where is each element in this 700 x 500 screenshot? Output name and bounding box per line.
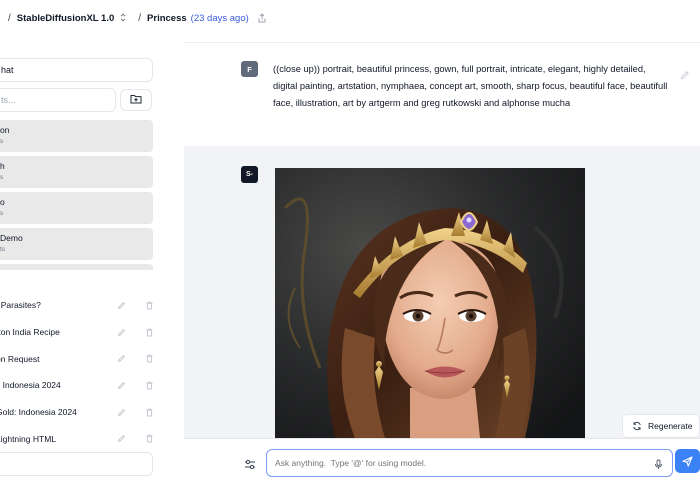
history-item[interactable]: Gold: Indonesia 2024 bbox=[0, 399, 156, 426]
model-item-subtitle: s bbox=[0, 174, 4, 181]
model-list-item[interactable] bbox=[0, 264, 153, 270]
breadcrumb-separator: / bbox=[8, 12, 11, 24]
trash-icon[interactable] bbox=[142, 405, 156, 419]
sidebar-footer-button[interactable] bbox=[0, 452, 153, 476]
send-icon bbox=[682, 455, 693, 467]
model-name: StableDiffusionXL 1.0 bbox=[16, 12, 115, 24]
model-item-subtitle: ts bbox=[0, 246, 6, 253]
chat-timestamp: (23 days ago) bbox=[190, 12, 249, 24]
history-item-label: tton India Recipe bbox=[0, 327, 60, 338]
assistant-avatar: S- bbox=[241, 166, 258, 183]
new-folder-button[interactable] bbox=[120, 89, 152, 111]
model-list: on s h s o s Demo ts bbox=[0, 120, 153, 270]
model-selector[interactable]: StableDiffusionXL 1.0 bbox=[17, 13, 126, 24]
pencil-icon[interactable] bbox=[114, 432, 128, 446]
top-bar: / StableDiffusionXL 1.0 / Princess (23 d… bbox=[0, 0, 700, 36]
history-item[interactable]: on Request bbox=[0, 345, 156, 372]
model-item-name: on bbox=[0, 125, 10, 135]
pencil-icon[interactable] bbox=[114, 405, 128, 419]
history-item-label: on Request bbox=[0, 353, 40, 364]
model-list-item[interactable]: on s bbox=[0, 120, 153, 152]
user-prompt-text: ((close up)) portrait, beautiful princes… bbox=[273, 64, 668, 108]
sliders-icon[interactable] bbox=[244, 457, 256, 475]
user-avatar: F bbox=[241, 61, 258, 77]
model-list-item[interactable]: Demo ts bbox=[0, 228, 153, 260]
chevron-updown-icon bbox=[120, 12, 126, 24]
model-item-subtitle: s bbox=[0, 138, 4, 145]
model-item-subtitle: s bbox=[0, 210, 4, 217]
generated-image[interactable] bbox=[275, 168, 585, 438]
pencil-icon[interactable] bbox=[114, 298, 128, 312]
model-item-name: o bbox=[0, 197, 5, 207]
search-input[interactable]: ts... bbox=[0, 88, 116, 112]
chat-input[interactable] bbox=[266, 449, 673, 477]
history-item-label: t Parasites? bbox=[0, 300, 41, 311]
sidebar: hat ts... on s h s o s Demo ts t Parasit… bbox=[0, 42, 166, 500]
trash-icon[interactable] bbox=[142, 378, 156, 392]
composer bbox=[184, 438, 700, 500]
trash-icon[interactable] bbox=[142, 352, 156, 366]
trash-icon[interactable] bbox=[142, 432, 156, 446]
share-icon[interactable] bbox=[257, 13, 267, 23]
history-item[interactable]: tton India Recipe bbox=[0, 319, 156, 346]
history-item[interactable]: Lightning HTML bbox=[0, 425, 156, 452]
pencil-icon[interactable] bbox=[114, 352, 128, 366]
chat-title[interactable]: Princess bbox=[147, 13, 187, 24]
assistant-message: S- Regenerate bbox=[184, 146, 700, 438]
search-placeholder: ts... bbox=[1, 95, 16, 105]
regenerate-label: Regenerate bbox=[648, 421, 693, 431]
model-item-name: Demo bbox=[0, 233, 23, 243]
chat-history-list: t Parasites? tton India Recipe on Reques… bbox=[0, 292, 156, 452]
trash-icon[interactable] bbox=[142, 298, 156, 312]
pencil-icon[interactable] bbox=[680, 67, 690, 85]
model-item-name: h bbox=[0, 161, 5, 171]
microphone-icon[interactable] bbox=[654, 457, 663, 475]
new-chat-button[interactable]: hat bbox=[0, 58, 153, 82]
history-item[interactable]: t Parasites? bbox=[0, 292, 156, 319]
trash-icon[interactable] bbox=[142, 325, 156, 339]
pencil-icon[interactable] bbox=[114, 378, 128, 392]
folder-plus-icon bbox=[130, 94, 142, 106]
model-list-item[interactable]: h s bbox=[0, 156, 153, 188]
regenerate-button[interactable]: Regenerate bbox=[622, 414, 700, 438]
send-button[interactable] bbox=[675, 449, 700, 473]
history-item-label: Lightning HTML bbox=[0, 433, 57, 444]
refresh-icon bbox=[633, 421, 641, 431]
breadcrumb-separator: / bbox=[138, 12, 142, 24]
model-list-item[interactable]: o s bbox=[0, 192, 153, 224]
chat-main: F ((close up)) portrait, beautiful princ… bbox=[184, 42, 700, 500]
history-item-label: Gold: Indonesia 2024 bbox=[0, 407, 77, 418]
user-message: F ((close up)) portrait, beautiful princ… bbox=[184, 42, 700, 146]
history-item-label: s Indonesia 2024 bbox=[0, 380, 61, 391]
pencil-icon[interactable] bbox=[114, 325, 128, 339]
history-item[interactable]: s Indonesia 2024 bbox=[0, 372, 156, 399]
new-chat-label: hat bbox=[1, 65, 14, 75]
